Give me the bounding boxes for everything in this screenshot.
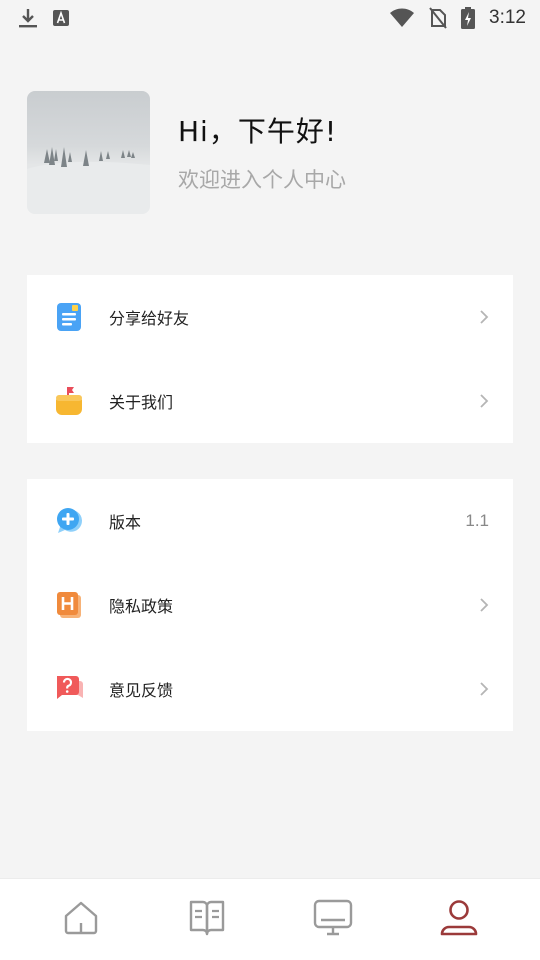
status-right: 3:12 bbox=[389, 7, 526, 29]
home-icon bbox=[62, 899, 100, 941]
menu-item-feedback[interactable]: 意见反馈 bbox=[27, 647, 513, 731]
greeting-block: Hi，下午好! 欢迎进入个人中心 bbox=[178, 110, 346, 194]
status-left bbox=[18, 7, 70, 29]
menu-item-share[interactable]: 分享给好友 bbox=[27, 275, 513, 359]
book-icon bbox=[187, 898, 227, 942]
avatar[interactable] bbox=[27, 90, 150, 214]
greeting-subtitle: 欢迎进入个人中心 bbox=[178, 168, 346, 192]
tab-book[interactable] bbox=[167, 890, 247, 950]
version-chat-icon bbox=[54, 506, 84, 536]
menu-item-privacy[interactable]: 隐私政策 bbox=[27, 563, 513, 647]
status-bar: 3:12 bbox=[0, 0, 540, 36]
about-flag-icon bbox=[54, 386, 84, 416]
menu-item-version[interactable]: 版本 1.1 bbox=[27, 479, 513, 563]
bottom-nav bbox=[0, 878, 540, 960]
version-number: 1.1 bbox=[465, 511, 489, 530]
feedback-question-icon bbox=[54, 674, 84, 704]
download-icon bbox=[18, 7, 38, 29]
status-time: 3:12 bbox=[489, 7, 526, 28]
share-doc-icon bbox=[54, 302, 84, 332]
menu-item-about[interactable]: 关于我们 bbox=[27, 359, 513, 443]
chevron-right-icon bbox=[479, 647, 489, 731]
no-sim-icon bbox=[429, 7, 447, 29]
menu-item-label: 关于我们 bbox=[109, 393, 174, 412]
menu-item-label: 隐私政策 bbox=[109, 597, 174, 616]
battery-charging-icon bbox=[461, 7, 476, 29]
profile-header: Hi，下午好! 欢迎进入个人中心 bbox=[27, 90, 513, 214]
user-icon bbox=[439, 898, 479, 942]
text-a-icon bbox=[52, 9, 70, 27]
monitor-icon bbox=[313, 898, 353, 942]
version-value: 1.1 bbox=[465, 479, 489, 563]
chevron-right-icon bbox=[479, 563, 489, 647]
menu-card-2: 版本 1.1 隐私政策 意见反馈 bbox=[27, 479, 513, 731]
wifi-icon bbox=[389, 8, 415, 28]
privacy-h-icon bbox=[54, 590, 84, 620]
chevron-right-icon bbox=[479, 359, 489, 443]
menu-item-label: 分享给好友 bbox=[109, 309, 190, 328]
tab-screen[interactable] bbox=[293, 890, 373, 950]
tab-profile[interactable] bbox=[419, 890, 499, 950]
menu-card-1: 分享给好友 关于我们 bbox=[27, 275, 513, 443]
menu-item-label: 意见反馈 bbox=[109, 681, 174, 700]
menu-item-label: 版本 bbox=[109, 513, 142, 532]
chevron-right-icon bbox=[479, 275, 489, 359]
greeting-title: Hi，下午好! bbox=[178, 115, 338, 148]
tab-home[interactable] bbox=[41, 890, 121, 950]
